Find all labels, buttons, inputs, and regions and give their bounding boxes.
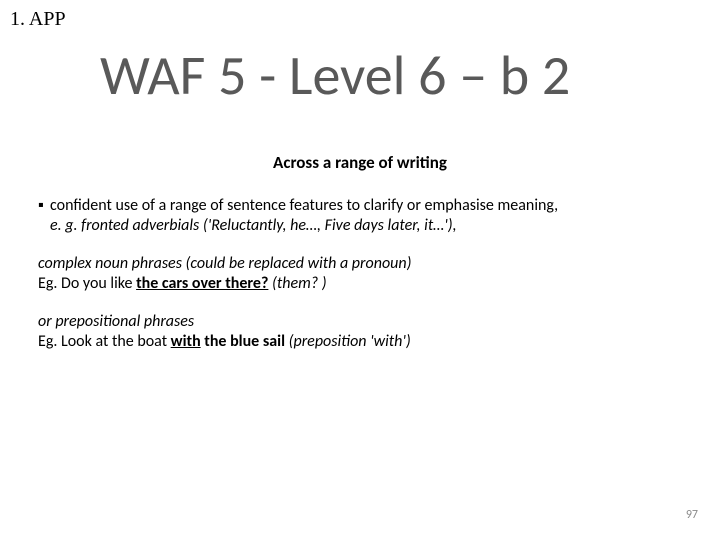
bullet-text: confident use of a range of sentence fea…	[50, 196, 680, 236]
slide-subtitle: Across a range of writing	[0, 152, 720, 173]
p3-eg-with: with	[171, 332, 201, 351]
p2-eg-bold: the cars over there?	[136, 274, 268, 293]
p2-example: Eg. Do you like the cars over there? (th…	[38, 274, 327, 293]
bullet-item: ▪ confident use of a range of sentence f…	[38, 196, 680, 236]
slide-title: WAF 5 - Level 6 – b 2	[100, 42, 570, 110]
p1-example: e. g. fronted adverbials ('Reluctantly, …	[50, 216, 457, 235]
body-content: ▪ confident use of a range of sentence f…	[38, 196, 680, 352]
p2-eg-prefix: Eg. Do you like	[38, 274, 136, 293]
p2-eg-suffix: (them? )	[268, 274, 326, 293]
bullet-icon: ▪	[38, 196, 50, 216]
p3-eg-rest: the blue sail	[201, 332, 285, 351]
p3-eg-suffix: (preposition 'with')	[285, 332, 411, 351]
section-header: 1. APP	[10, 8, 66, 31]
p3-line1: or prepositional phrases	[38, 312, 194, 331]
p3-eg-prefix: Eg. Look at the boat	[38, 332, 171, 351]
page-number: 97	[686, 508, 698, 522]
paragraph-2: complex noun phrases (could be replaced …	[38, 254, 680, 294]
p2-line1: complex noun phrases (could be replaced …	[38, 254, 411, 273]
p3-example: Eg. Look at the boat with the blue sail …	[38, 332, 411, 351]
paragraph-3: or prepositional phrases Eg. Look at the…	[38, 312, 680, 352]
p1-lead: confident use of a range of sentence fea…	[50, 196, 558, 215]
